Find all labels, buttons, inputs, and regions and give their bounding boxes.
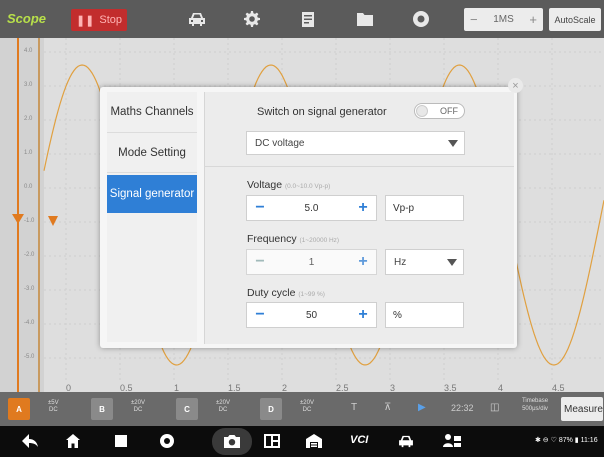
channel-a-range: ±5V DC xyxy=(48,400,59,414)
car-icon[interactable] xyxy=(186,9,208,29)
screen-record-icon[interactable] xyxy=(264,431,280,451)
channel-coupling-text: DC xyxy=(218,407,228,413)
system-nav-bar xyxy=(0,426,604,457)
channel-a-marker-icon[interactable] xyxy=(12,214,24,224)
vehicle-icon[interactable] xyxy=(398,431,414,451)
section-divider xyxy=(204,166,514,167)
stop-button[interactable]: ❚❚ Stop xyxy=(71,9,127,31)
trigger-icon[interactable]: T xyxy=(351,402,357,413)
vci-icon[interactable]: VCI xyxy=(350,434,368,446)
timebase-plus-button[interactable]: + xyxy=(529,12,537,27)
voltage-stepper[interactable]: − 5.0 + xyxy=(246,195,377,221)
generator-toggle[interactable]: OFF xyxy=(414,103,465,119)
signal-type-value: DC voltage xyxy=(255,137,305,149)
recent-apps-icon[interactable] xyxy=(115,431,127,451)
timebase-readout-value: 500μs/div xyxy=(522,406,548,412)
settings-menu: Maths Channels Mode Setting Signal gener… xyxy=(107,92,197,342)
pause-icon: ❚❚ xyxy=(75,14,95,27)
channel-b-range: ±20V DC xyxy=(131,400,145,414)
play-marker-icon[interactable]: ▶ xyxy=(418,402,426,413)
trigger-marker-icon[interactable] xyxy=(48,216,58,226)
switch-label: Switch on signal generator xyxy=(257,106,387,118)
channel-d-range: ±20V DC xyxy=(300,400,314,414)
remote-expert-icon[interactable] xyxy=(443,431,461,451)
timebase-stepper[interactable]: − 1MS + xyxy=(464,8,543,31)
channel-coupling-text: DC xyxy=(48,407,58,413)
voltage-unit: Vp-p xyxy=(385,195,464,221)
frequency-plus-button[interactable]: + xyxy=(350,250,376,274)
time-display: 22:32 xyxy=(451,403,474,413)
frequency-stepper[interactable]: − 1 + xyxy=(246,249,377,275)
camera-icon[interactable] xyxy=(224,431,240,451)
duty-cycle-label-text: Duty cycle xyxy=(247,287,296,299)
channel-coupling-text: DC xyxy=(133,407,143,413)
duty-cycle-unit: % xyxy=(385,302,464,328)
memo-icon[interactable] xyxy=(297,9,319,29)
voltage-label: Voltage (0.0~10.0 Vp-p) xyxy=(247,179,330,191)
signal-type-select[interactable]: DC voltage xyxy=(246,131,465,155)
back-icon[interactable] xyxy=(22,431,38,451)
app-logo: Scope xyxy=(7,11,47,26)
edge-icon[interactable]: ⊼ xyxy=(384,402,391,413)
status-bar-readout: ✱ ⊖ ♡ 87% ▮ 11:16 xyxy=(535,437,598,444)
record-icon[interactable]: ◫ xyxy=(490,402,499,413)
voltage-value[interactable]: 5.0 xyxy=(273,203,350,214)
duty-cycle-minus-button[interactable]: − xyxy=(247,303,273,327)
timebase-readout-label: Timebase xyxy=(521,398,549,404)
menu-item-mode-setting[interactable]: Mode Setting xyxy=(107,133,197,173)
channel-range-text: ±20V xyxy=(300,400,314,406)
close-icon[interactable]: × xyxy=(508,78,523,93)
duty-cycle-plus-button[interactable]: + xyxy=(350,303,376,327)
duty-cycle-value[interactable]: 50 xyxy=(273,310,350,321)
duty-cycle-range: (1~99 %) xyxy=(298,291,325,298)
chevron-down-icon xyxy=(448,140,458,147)
stop-label: Stop xyxy=(99,14,123,26)
autoscale-button[interactable]: AutoScale xyxy=(549,8,601,31)
channel-a-button[interactable]: A xyxy=(8,398,30,420)
voltage-label-text: Voltage xyxy=(247,179,283,191)
frequency-unit-select[interactable]: Hz xyxy=(385,249,464,275)
gear-icon[interactable] xyxy=(241,9,263,29)
frequency-minus-button[interactable]: − xyxy=(247,250,273,274)
folder-icon[interactable] xyxy=(354,9,376,29)
frequency-label: Frequency (1~20000 Hz) xyxy=(247,233,339,245)
channel-range-text: ±20V xyxy=(216,400,230,406)
voltage-range: (0.0~10.0 Vp-p) xyxy=(284,183,331,190)
voltage-minus-button[interactable]: − xyxy=(247,196,273,220)
browser-icon[interactable] xyxy=(160,431,174,451)
chevron-down-icon xyxy=(447,259,457,266)
toggle-state: OFF xyxy=(440,106,458,116)
channel-b-button[interactable]: B xyxy=(91,398,113,420)
menu-item-signal-generator[interactable]: Signal generator xyxy=(107,175,197,213)
frequency-value[interactable]: 1 xyxy=(273,257,350,268)
channel-d-button[interactable]: D xyxy=(260,398,282,420)
channel-range-text: ±20V xyxy=(131,400,145,406)
frequency-label-text: Frequency xyxy=(247,233,297,245)
garage-icon[interactable] xyxy=(306,431,322,451)
menu-item-maths-channels[interactable]: Maths Channels xyxy=(107,92,197,133)
channel-range-text: ±5V xyxy=(48,400,59,406)
duty-cycle-label: Duty cycle (1~99 %) xyxy=(247,287,325,299)
channel-c-range: ±20V DC xyxy=(216,400,230,414)
frequency-unit: Hz xyxy=(394,256,407,268)
home-icon[interactable] xyxy=(66,431,80,451)
help-icon[interactable] xyxy=(410,9,432,29)
duty-cycle-stepper[interactable]: − 50 + xyxy=(246,302,377,328)
timebase-minus-button[interactable]: − xyxy=(470,12,478,27)
voltage-plus-button[interactable]: + xyxy=(350,196,376,220)
timebase-readout: Timebase 500μs/div xyxy=(517,397,553,413)
channel-coupling-text: DC xyxy=(302,407,312,413)
measure-button[interactable]: Measure xyxy=(561,397,603,421)
channel-c-button[interactable]: C xyxy=(176,398,198,420)
frequency-range: (1~20000 Hz) xyxy=(299,237,340,244)
toggle-knob xyxy=(416,105,428,117)
timebase-value: 1MS xyxy=(493,14,514,25)
